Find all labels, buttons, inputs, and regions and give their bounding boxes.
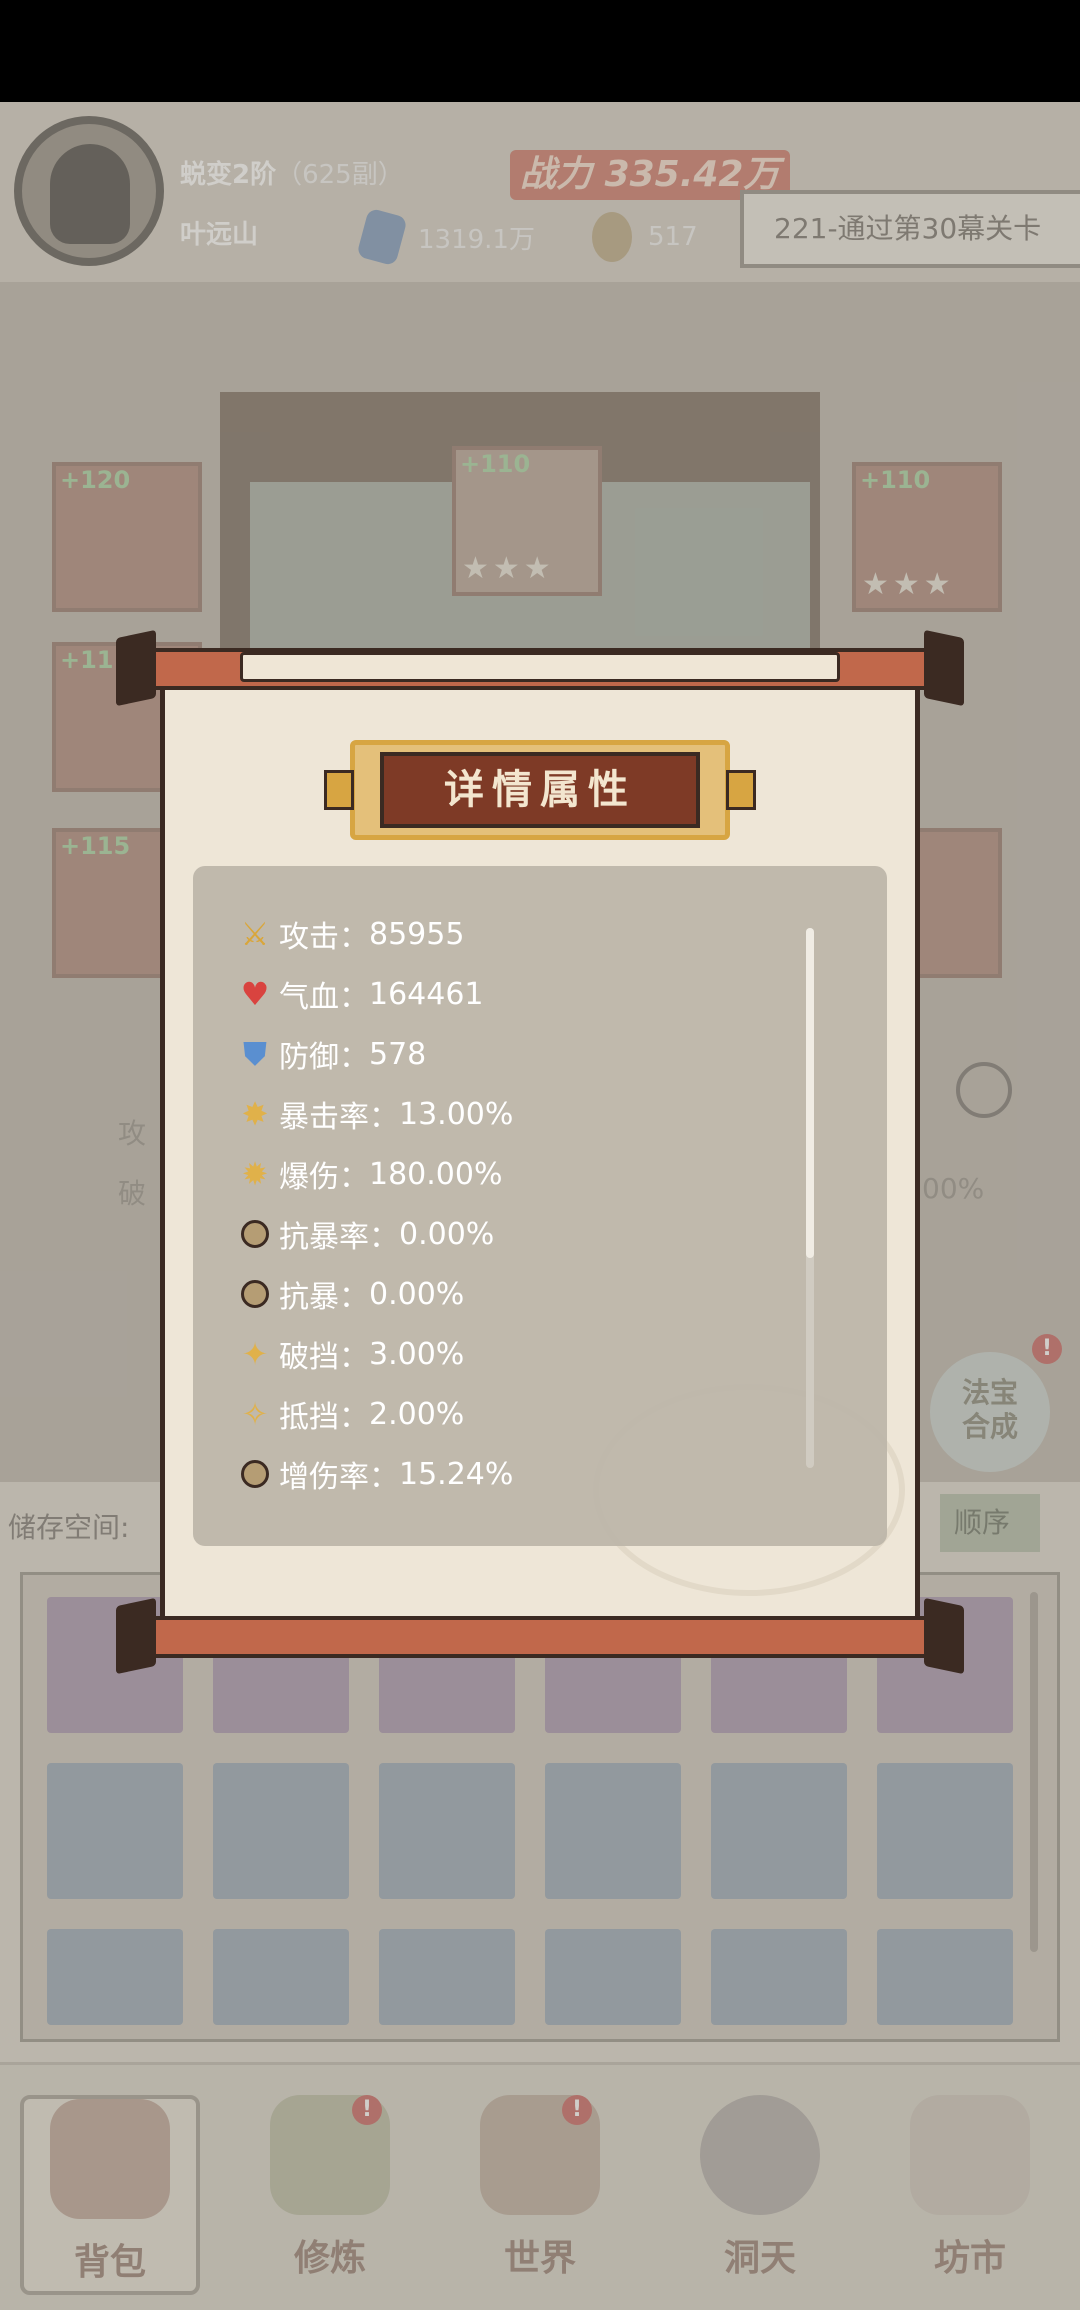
attr-label: 暴击率： [279, 1100, 399, 1135]
attr-row-anti-crit-rate: 抗暴率： 0.00% [235, 1210, 494, 1258]
attr-label: 气血： [279, 980, 369, 1015]
attr-label: 增伤率： [279, 1460, 399, 1495]
attr-value: 578 [369, 1036, 427, 1072]
rod-cap [116, 1597, 156, 1675]
attr-row-break-block: ✦ 破挡： 3.00% [235, 1330, 465, 1378]
crit-damage-icon: ✹ [241, 1155, 269, 1193]
attr-row-hp: ♥ 气血： 164461 [235, 970, 484, 1018]
rod-cap [116, 629, 156, 707]
attribute-panel[interactable] [193, 866, 887, 1546]
rod-cap [924, 629, 964, 707]
attr-value: 164461 [369, 976, 484, 1012]
rod-inner [240, 652, 840, 682]
crit-rate-icon: ✸ [241, 1095, 269, 1133]
attr-value: 3.00% [369, 1336, 465, 1372]
dialog-title-plaque: 详情属性 [324, 740, 756, 840]
break-block-icon: ✦ [241, 1335, 269, 1373]
circle-icon [235, 1274, 275, 1314]
rod-cap [924, 1597, 964, 1675]
attr-label: 抗暴： [279, 1280, 369, 1315]
attr-label: 抵挡： [279, 1400, 369, 1435]
shield-icon: ⛊ [242, 1034, 267, 1073]
attr-value: 85955 [369, 916, 465, 952]
attr-row-crit-damage: ✹ 爆伤： 180.00% [235, 1150, 503, 1198]
dialog-title: 详情属性 [380, 752, 700, 828]
attr-label: 攻击： [279, 920, 369, 955]
attr-value: 0.00% [399, 1216, 495, 1252]
attribute-scrollbar[interactable] [806, 928, 814, 1468]
plaque-tab [324, 770, 354, 810]
attr-row-block: ✧ 抵挡： 2.00% [235, 1390, 465, 1438]
attr-row-anti-crit: 抗暴： 0.00% [235, 1270, 464, 1318]
scrollbar-thumb[interactable] [806, 928, 814, 1258]
attribute-dialog: 详情属性 ⚔ 攻击： 85955 ♥ 气血： 164461 ⛊ 防御： 578 … [116, 629, 964, 1675]
attr-value: 180.00% [369, 1156, 503, 1192]
sword-icon: ⚔ [240, 915, 270, 953]
attr-value: 13.00% [399, 1096, 514, 1132]
circle-icon [235, 1214, 275, 1254]
attr-row-attack: ⚔ 攻击： 85955 [235, 910, 465, 958]
attr-label: 爆伤： [279, 1160, 369, 1195]
attr-row-damage-boost: 增伤率： 15.24% [235, 1450, 513, 1498]
scroll-rod-top [116, 629, 964, 707]
circle-icon [235, 1454, 275, 1494]
status-bar [0, 0, 1080, 102]
plaque-tab [726, 770, 756, 810]
attr-label: 破挡： [279, 1340, 369, 1375]
attr-label: 抗暴率： [279, 1220, 399, 1255]
attr-value: 0.00% [369, 1276, 465, 1312]
block-icon: ✧ [241, 1395, 269, 1433]
scroll-rod-bottom [116, 1597, 964, 1675]
attr-row-crit-rate: ✸ 暴击率： 13.00% [235, 1090, 514, 1138]
attr-label: 防御： [279, 1040, 369, 1075]
heart-icon: ♥ [240, 975, 270, 1013]
attr-value: 15.24% [399, 1456, 514, 1492]
attr-value: 2.00% [369, 1396, 465, 1432]
rod-core [140, 1616, 940, 1658]
attr-row-defense: ⛊ 防御： 578 [235, 1030, 426, 1078]
